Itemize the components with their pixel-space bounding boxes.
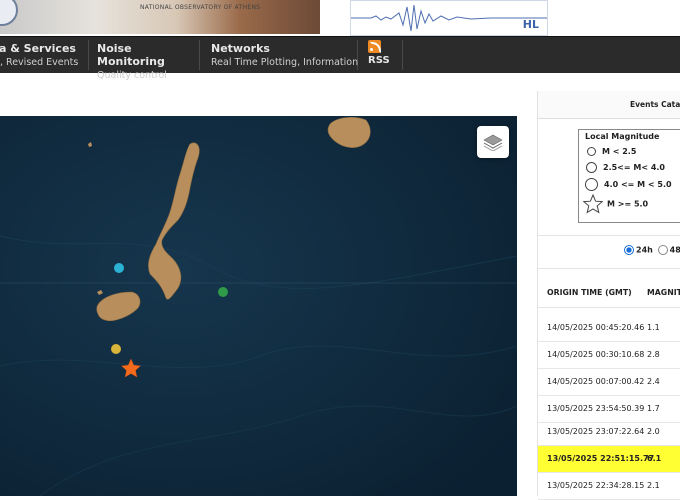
nav-item-subtitle: , Revised Events	[0, 57, 79, 68]
nav-item-title: Networks	[211, 42, 270, 55]
radio-24h-label: 24h	[636, 245, 653, 255]
radio-24h[interactable]	[624, 245, 634, 255]
event-marker-cyan[interactable]	[114, 263, 124, 273]
radio-48h[interactable]	[657, 245, 668, 255]
table-row-highlighted[interactable]: 13/05/2025 22:51:15.77 6.1	[538, 446, 680, 473]
event-marker-green[interactable]	[218, 287, 228, 297]
legend-item-large: 4.0 <= M < 5.0	[585, 178, 672, 191]
column-header-origin-time[interactable]: ORIGIN TIME (GMT)	[547, 288, 632, 297]
map-canvas[interactable]	[0, 116, 517, 496]
row-magnitude: 1.7	[647, 404, 660, 413]
row-origin-time: 13/05/2025 22:34:28.15	[547, 481, 645, 490]
layers-icon	[483, 134, 503, 151]
time-range-selector: 24h 48h	[624, 245, 680, 255]
magnitude-legend: Local Magnitude M < 2.5 2.5<= M< 4.0 4.0…	[578, 129, 680, 223]
table-row[interactable]: 14/05/2025 00:45:20.46 1.1	[538, 315, 680, 342]
row-magnitude: 1.1	[647, 323, 660, 332]
banner-image: NATIONAL OBSERVATORY OF ATHENS	[0, 0, 320, 34]
radio-48h-label: 48h	[669, 245, 680, 255]
rss-label: RSS	[368, 55, 390, 66]
main-navbar: a & Services , Revised Events Noise Moni…	[0, 36, 680, 81]
events-catalog-panel: Events Catalo Local Magnitude M < 2.5 2.…	[538, 91, 680, 500]
site-banner: NATIONAL OBSERVATORY OF ATHENS HL	[0, 0, 680, 36]
seismogram-logo: HL	[350, 0, 548, 36]
earthquake-map[interactable]	[0, 116, 517, 496]
nav-item-noise-monitoring[interactable]: Noise Monitoring Quality control	[88, 40, 200, 81]
rss-icon	[368, 40, 381, 53]
panel-separator	[538, 235, 680, 236]
sea-area	[0, 116, 517, 496]
table-row[interactable]: 14/05/2025 00:30:10.68 2.8	[538, 342, 680, 369]
nav-item-networks[interactable]: Networks Real Time Plotting, Information	[200, 40, 358, 70]
medium-circle-icon	[586, 162, 597, 173]
legend-item-medium: 2.5<= M< 4.0	[585, 162, 665, 173]
row-magnitude: 6.1	[647, 454, 662, 463]
row-magnitude: 2.0	[647, 427, 660, 436]
legend-title: Local Magnitude	[585, 132, 660, 141]
nav-item-title: Noise Monitoring	[97, 42, 165, 68]
panel-header-title: Events Catalo	[630, 100, 680, 109]
row-origin-time: 14/05/2025 00:07:00.42	[547, 377, 645, 386]
rss-link[interactable]: RSS	[368, 40, 390, 66]
banner-institution-text: NATIONAL OBSERVATORY OF ATHENS	[140, 4, 261, 11]
row-magnitude: 2.1	[647, 481, 660, 490]
table-row[interactable]: 14/05/2025 00:07:00.42 2.4	[538, 369, 680, 396]
row-magnitude: 2.4	[647, 377, 660, 386]
row-origin-time: 13/05/2025 22:51:15.77	[547, 454, 655, 463]
column-header-magnitude[interactable]: MAGNIT	[647, 288, 680, 297]
table-row[interactable]: 13/05/2025 23:07:22.64 2.0	[538, 419, 680, 446]
layers-button[interactable]	[477, 126, 509, 158]
large-circle-icon	[585, 178, 598, 191]
event-marker-yellow[interactable]	[111, 344, 121, 354]
legend-item-small: M < 2.5	[585, 147, 636, 156]
star-icon	[582, 193, 604, 214]
nav-item-subtitle: Real Time Plotting, Information	[211, 57, 359, 68]
legend-item-star: M >= 5.0	[582, 193, 648, 214]
observatory-seal-logo	[0, 0, 18, 26]
row-magnitude: 2.8	[647, 350, 660, 359]
row-origin-time: 14/05/2025 00:45:20.46	[547, 323, 645, 332]
nav-item-data-services[interactable]: a & Services , Revised Events	[0, 40, 89, 70]
nav-item-title: a & Services	[0, 42, 76, 55]
panel-separator	[538, 268, 680, 269]
nav-item-subtitle: Quality control	[97, 70, 167, 81]
row-origin-time: 14/05/2025 00:30:10.68	[547, 350, 645, 359]
row-origin-time: 13/05/2025 23:07:22.64	[547, 427, 645, 436]
small-circle-icon	[587, 147, 596, 156]
row-origin-time: 13/05/2025 23:54:50.39	[547, 404, 645, 413]
seismogram-trace-icon	[351, 4, 547, 32]
panel-header: Events Catalo	[538, 91, 680, 119]
table-header-border	[538, 307, 680, 308]
hl-network-label: HL	[522, 18, 539, 31]
